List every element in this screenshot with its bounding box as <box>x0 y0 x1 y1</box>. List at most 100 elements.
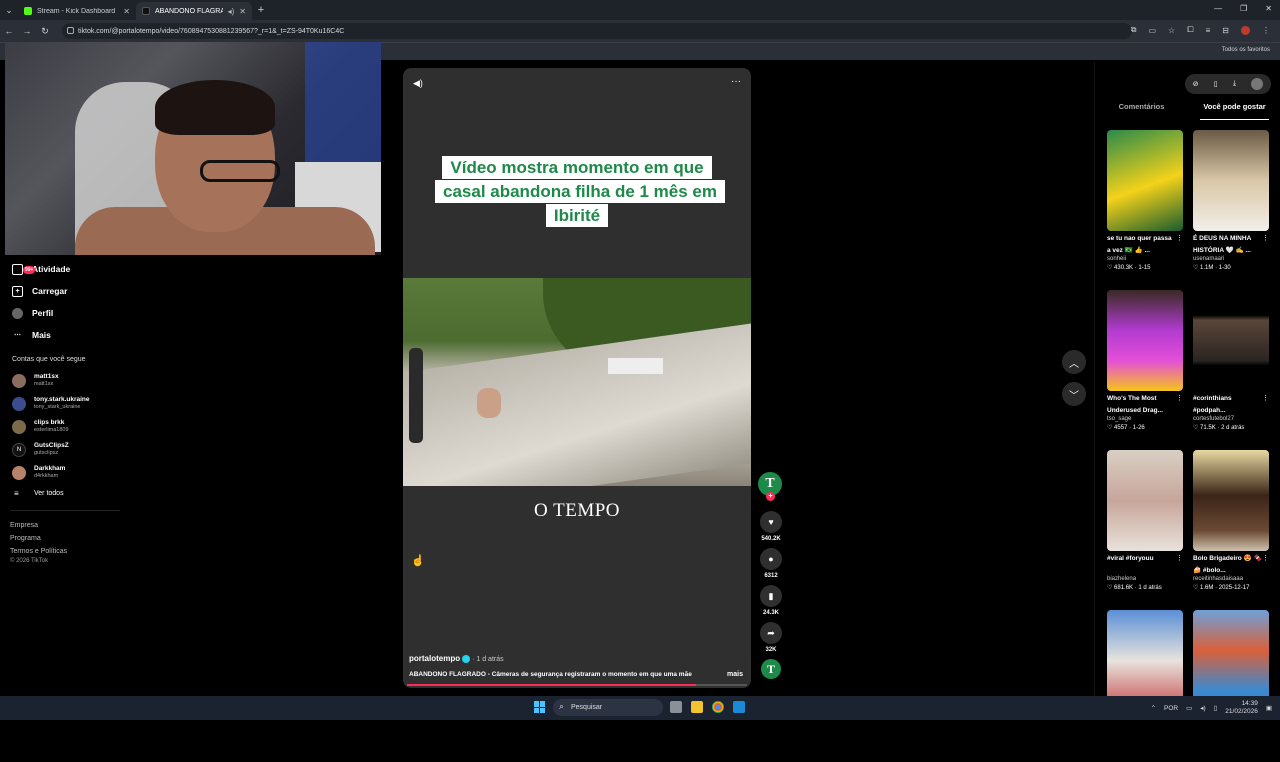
recommendation-card[interactable]: Who's The Most Underused Drag... ⋮ tso_s… <box>1107 290 1183 442</box>
battery-icon[interactable]: ▯ <box>1214 704 1218 712</box>
recommendation-card[interactable]: É DEUS NA MINHA HISTÓRIA 🤍 ✍️ ... ⋮ usen… <box>1193 130 1269 282</box>
see-all-link[interactable]: Ver todos <box>0 484 140 502</box>
tab-comments[interactable]: Comentários <box>1095 102 1188 118</box>
device-icon[interactable]: ▯ <box>1214 80 1218 88</box>
footer-link-company[interactable]: Empresa <box>0 519 140 532</box>
site-info-icon[interactable] <box>67 27 74 34</box>
close-window-icon[interactable]: ✕ <box>1265 4 1272 13</box>
like-button[interactable]: ♥ <box>760 511 782 533</box>
sound-disc[interactable]: T <box>761 659 781 679</box>
card-username[interactable]: usenamaari <box>1193 255 1269 264</box>
video-username[interactable]: portalotempo <box>409 654 460 663</box>
sidebar-item-upload[interactable]: + Carregar <box>0 280 140 302</box>
close-tab-icon[interactable]: ✕ <box>123 7 130 16</box>
url-field[interactable]: tiktok.com/@portalotempo/video/760894753… <box>62 23 1132 39</box>
reload-icon[interactable]: ↻ <box>36 26 54 37</box>
comment-button[interactable]: ● <box>760 548 782 570</box>
video-progress-bar[interactable] <box>407 684 747 686</box>
tab-search-icon[interactable]: ⌄ <box>0 5 18 16</box>
all-bookmarks-link[interactable]: Todos os favoritos <box>1222 47 1270 53</box>
recommendation-card[interactable]: #corinthians #podpah... ⋮ cortesfutebol2… <box>1193 290 1269 442</box>
avatar <box>12 465 26 480</box>
followed-account[interactable]: N GutsClipsZ gutsclipsz <box>0 438 140 461</box>
steam-icon[interactable] <box>733 701 745 713</box>
video-headline: Vídeo mostra momento em que casal abando… <box>435 156 726 228</box>
avatar <box>12 373 26 388</box>
extensions-icon[interactable]: ⧠ <box>1187 25 1193 35</box>
sidebar-item-profile[interactable]: Perfil <box>0 302 140 324</box>
followed-account[interactable]: clips brkk esterlima1809 <box>0 415 140 438</box>
task-view-icon[interactable] <box>670 701 682 713</box>
back-icon[interactable]: ← <box>0 26 18 36</box>
tab-search-icon[interactable]: ⊟ <box>1222 26 1229 35</box>
save-button[interactable]: ▮ <box>760 585 782 607</box>
video-player[interactable]: ◀) ··· Vídeo mostra momento em que casal… <box>403 68 751 688</box>
sidebar-item-more[interactable]: ⋯ Mais <box>0 324 140 346</box>
video-thumbnail <box>1193 450 1269 551</box>
card-more-icon[interactable]: ⋮ <box>1176 554 1183 562</box>
network-icon[interactable]: ▭ <box>1186 704 1192 712</box>
author-avatar[interactable]: T + <box>758 472 782 501</box>
speaker-icon[interactable]: ◂) <box>1200 704 1205 712</box>
download-icon[interactable]: ⤓ <box>1233 80 1236 88</box>
card-more-icon[interactable]: ⋮ <box>1176 394 1183 402</box>
tray-chevron-icon[interactable]: ⌃ <box>1151 704 1156 712</box>
next-video-button[interactable]: ﹀ <box>1062 382 1086 406</box>
recommendation-card[interactable] <box>1107 610 1183 762</box>
close-tab-icon[interactable]: ✕ <box>239 7 246 16</box>
recommendation-card[interactable] <box>1193 610 1269 762</box>
card-date: · 1-26 <box>1129 425 1145 431</box>
card-more-icon[interactable]: ⋮ <box>1262 394 1269 402</box>
card-username[interactable]: cortesfutebol27 <box>1193 415 1269 424</box>
account-handle: tony_stark_ukraine <box>34 404 81 410</box>
followed-account[interactable]: matt1sx matt1sx <box>0 369 140 392</box>
file-explorer-icon[interactable] <box>691 701 703 713</box>
clock-time: 14:39 <box>1241 700 1258 707</box>
taskbar-clock[interactable]: 14:39 21/02/2026 <box>1225 700 1258 716</box>
sidebar-item-activity[interactable]: 99+ Atividade <box>0 258 140 280</box>
follow-plus-icon[interactable]: + <box>766 492 775 501</box>
more-options-icon[interactable]: ··· <box>731 76 741 87</box>
card-username[interactable]: sonheii <box>1107 255 1183 264</box>
maximize-icon[interactable]: ❐ <box>1240 4 1247 13</box>
menu-kebab-icon[interactable]: ⋮ <box>1262 26 1270 35</box>
followed-account[interactable]: Darkkham d4rkkham <box>0 461 140 484</box>
card-more-icon[interactable]: ⋮ <box>1176 234 1183 242</box>
recommendation-card[interactable]: se tu nao quer passa a vez 🇧🇷 👍 ... ⋮ so… <box>1107 130 1183 282</box>
previous-video-button[interactable]: ︿ <box>1062 350 1086 374</box>
new-tab-button[interactable]: + <box>252 4 270 16</box>
recommendation-card[interactable]: #viral #foryouu ⋮ biazhelena ♡ 681.6K · … <box>1107 450 1183 602</box>
browser-tab-tiktok[interactable]: ABANDONO FLAGRADO - ◂) ✕ <box>136 2 252 20</box>
recommendation-card[interactable]: Bolo Brigadeiro 😍 🍫 🍰 #bolo... ⋮ receiti… <box>1193 450 1269 602</box>
inbox-icon: 99+ <box>12 263 36 275</box>
footer-link-program[interactable]: Programa <box>0 532 140 545</box>
translate-icon[interactable]: ⧉ <box>1131 25 1137 35</box>
media-control-icon[interactable]: ≡ <box>1206 26 1211 35</box>
followed-account[interactable]: tony.stark.ukraine tony_stark_ukraine <box>0 392 140 415</box>
card-username[interactable]: tso_sage <box>1107 415 1183 424</box>
compass-icon[interactable]: ⊘ <box>1193 80 1199 88</box>
tab-you-may-like[interactable]: Você pode gostar <box>1188 102 1280 120</box>
volume-icon[interactable]: ◀) <box>413 78 423 89</box>
profile-avatar-icon[interactable] <box>1241 25 1250 35</box>
tab-audio-icon[interactable]: ◂) <box>228 7 235 16</box>
bookmark-star-icon[interactable]: ☆ <box>1168 26 1175 35</box>
windows-start-icon[interactable] <box>534 701 546 713</box>
footer-link-terms[interactable]: Termos e Políticas <box>0 545 140 558</box>
card-more-icon[interactable]: ⋮ <box>1262 234 1269 242</box>
chrome-icon[interactable] <box>712 701 724 713</box>
caption-more-link[interactable]: mais <box>727 671 743 678</box>
browser-tab-kick[interactable]: Stream - Kick Dashboard ✕ <box>18 2 136 20</box>
forward-icon[interactable]: → <box>18 26 36 36</box>
language-indicator[interactable]: POR <box>1164 705 1178 712</box>
card-more-icon[interactable]: ⋮ <box>1262 554 1269 562</box>
card-username[interactable]: receitinhasdaisaaa <box>1193 575 1269 584</box>
card-username[interactable]: biazhelena <box>1107 575 1183 584</box>
taskbar-search[interactable]: Pesquisar <box>553 699 663 716</box>
notification-icon[interactable]: ▣ <box>1266 704 1272 712</box>
share-button[interactable]: ➦ <box>760 622 782 644</box>
cast-icon[interactable]: ▭ <box>1148 26 1156 35</box>
user-avatar[interactable] <box>1251 78 1264 90</box>
minimize-icon[interactable]: — <box>1214 4 1222 13</box>
video-time: · 1 d atrás <box>472 656 504 663</box>
